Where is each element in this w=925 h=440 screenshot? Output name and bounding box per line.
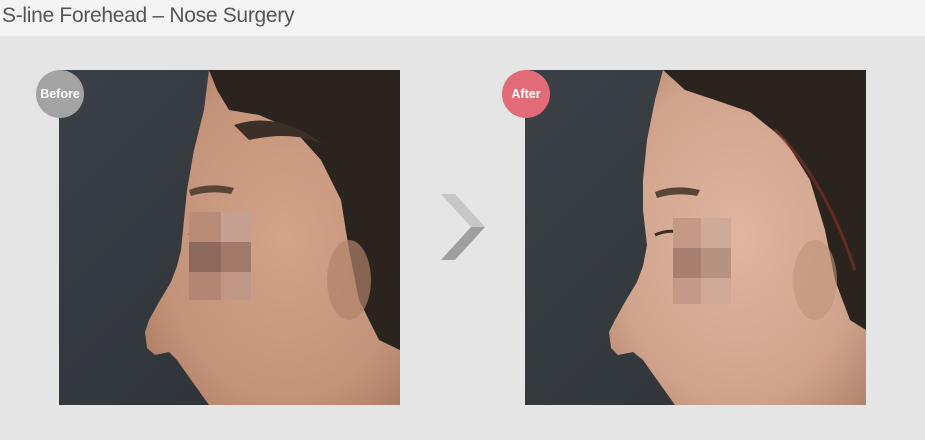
chevron-right-icon: [441, 194, 485, 260]
before-badge: Before: [36, 70, 84, 118]
before-photo: [59, 70, 400, 405]
header-bar: S-line Forehead – Nose Surgery: [0, 0, 925, 36]
after-badge: After: [502, 70, 550, 118]
page-title: S-line Forehead – Nose Surgery: [2, 4, 295, 27]
after-photo: [525, 70, 866, 405]
